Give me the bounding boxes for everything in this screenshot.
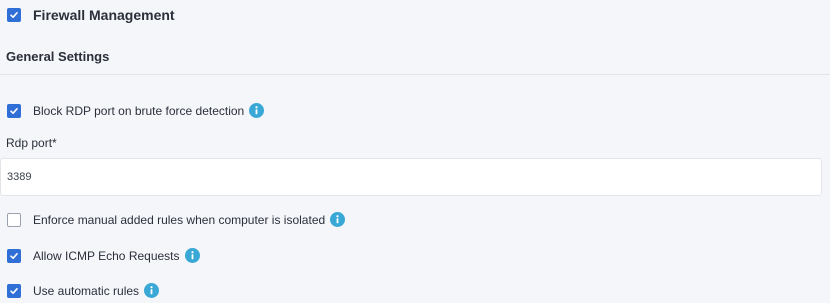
rdp-port-input[interactable] <box>0 158 822 196</box>
check-icon <box>10 12 18 18</box>
enforce-manual-label: Enforce manual added rules when computer… <box>33 212 326 227</box>
allow-icmp-label: Allow ICMP Echo Requests <box>33 248 180 263</box>
block-rdp-checkbox[interactable] <box>7 103 21 118</box>
check-icon <box>10 287 18 294</box>
enforce-manual-row: Enforce manual added rules when computer… <box>7 212 346 227</box>
info-icon[interactable] <box>144 283 160 298</box>
info-icon[interactable] <box>249 103 265 118</box>
check-icon <box>10 252 18 259</box>
general-settings-heading: General Settings <box>6 49 110 64</box>
allow-icmp-checkbox[interactable] <box>7 248 21 263</box>
auto-rules-checkbox[interactable] <box>7 283 21 298</box>
info-icon[interactable] <box>330 212 346 227</box>
block-rdp-row: Block RDP port on brute force detection <box>7 103 265 118</box>
auto-rules-row: Use automatic rules <box>7 283 160 298</box>
rdp-port-label: Rdp port* <box>6 136 57 150</box>
block-rdp-label: Block RDP port on brute force detection <box>33 103 245 118</box>
check-icon <box>10 107 18 114</box>
allow-icmp-row: Allow ICMP Echo Requests <box>7 248 200 263</box>
auto-rules-label: Use automatic rules <box>33 283 140 298</box>
info-icon[interactable] <box>184 248 200 263</box>
section-divider <box>0 74 830 75</box>
enforce-manual-checkbox[interactable] <box>7 212 21 227</box>
firewall-management-title: Firewall Management <box>33 7 175 23</box>
firewall-management-row: Firewall Management <box>7 7 175 23</box>
firewall-management-checkbox[interactable] <box>7 8 21 22</box>
